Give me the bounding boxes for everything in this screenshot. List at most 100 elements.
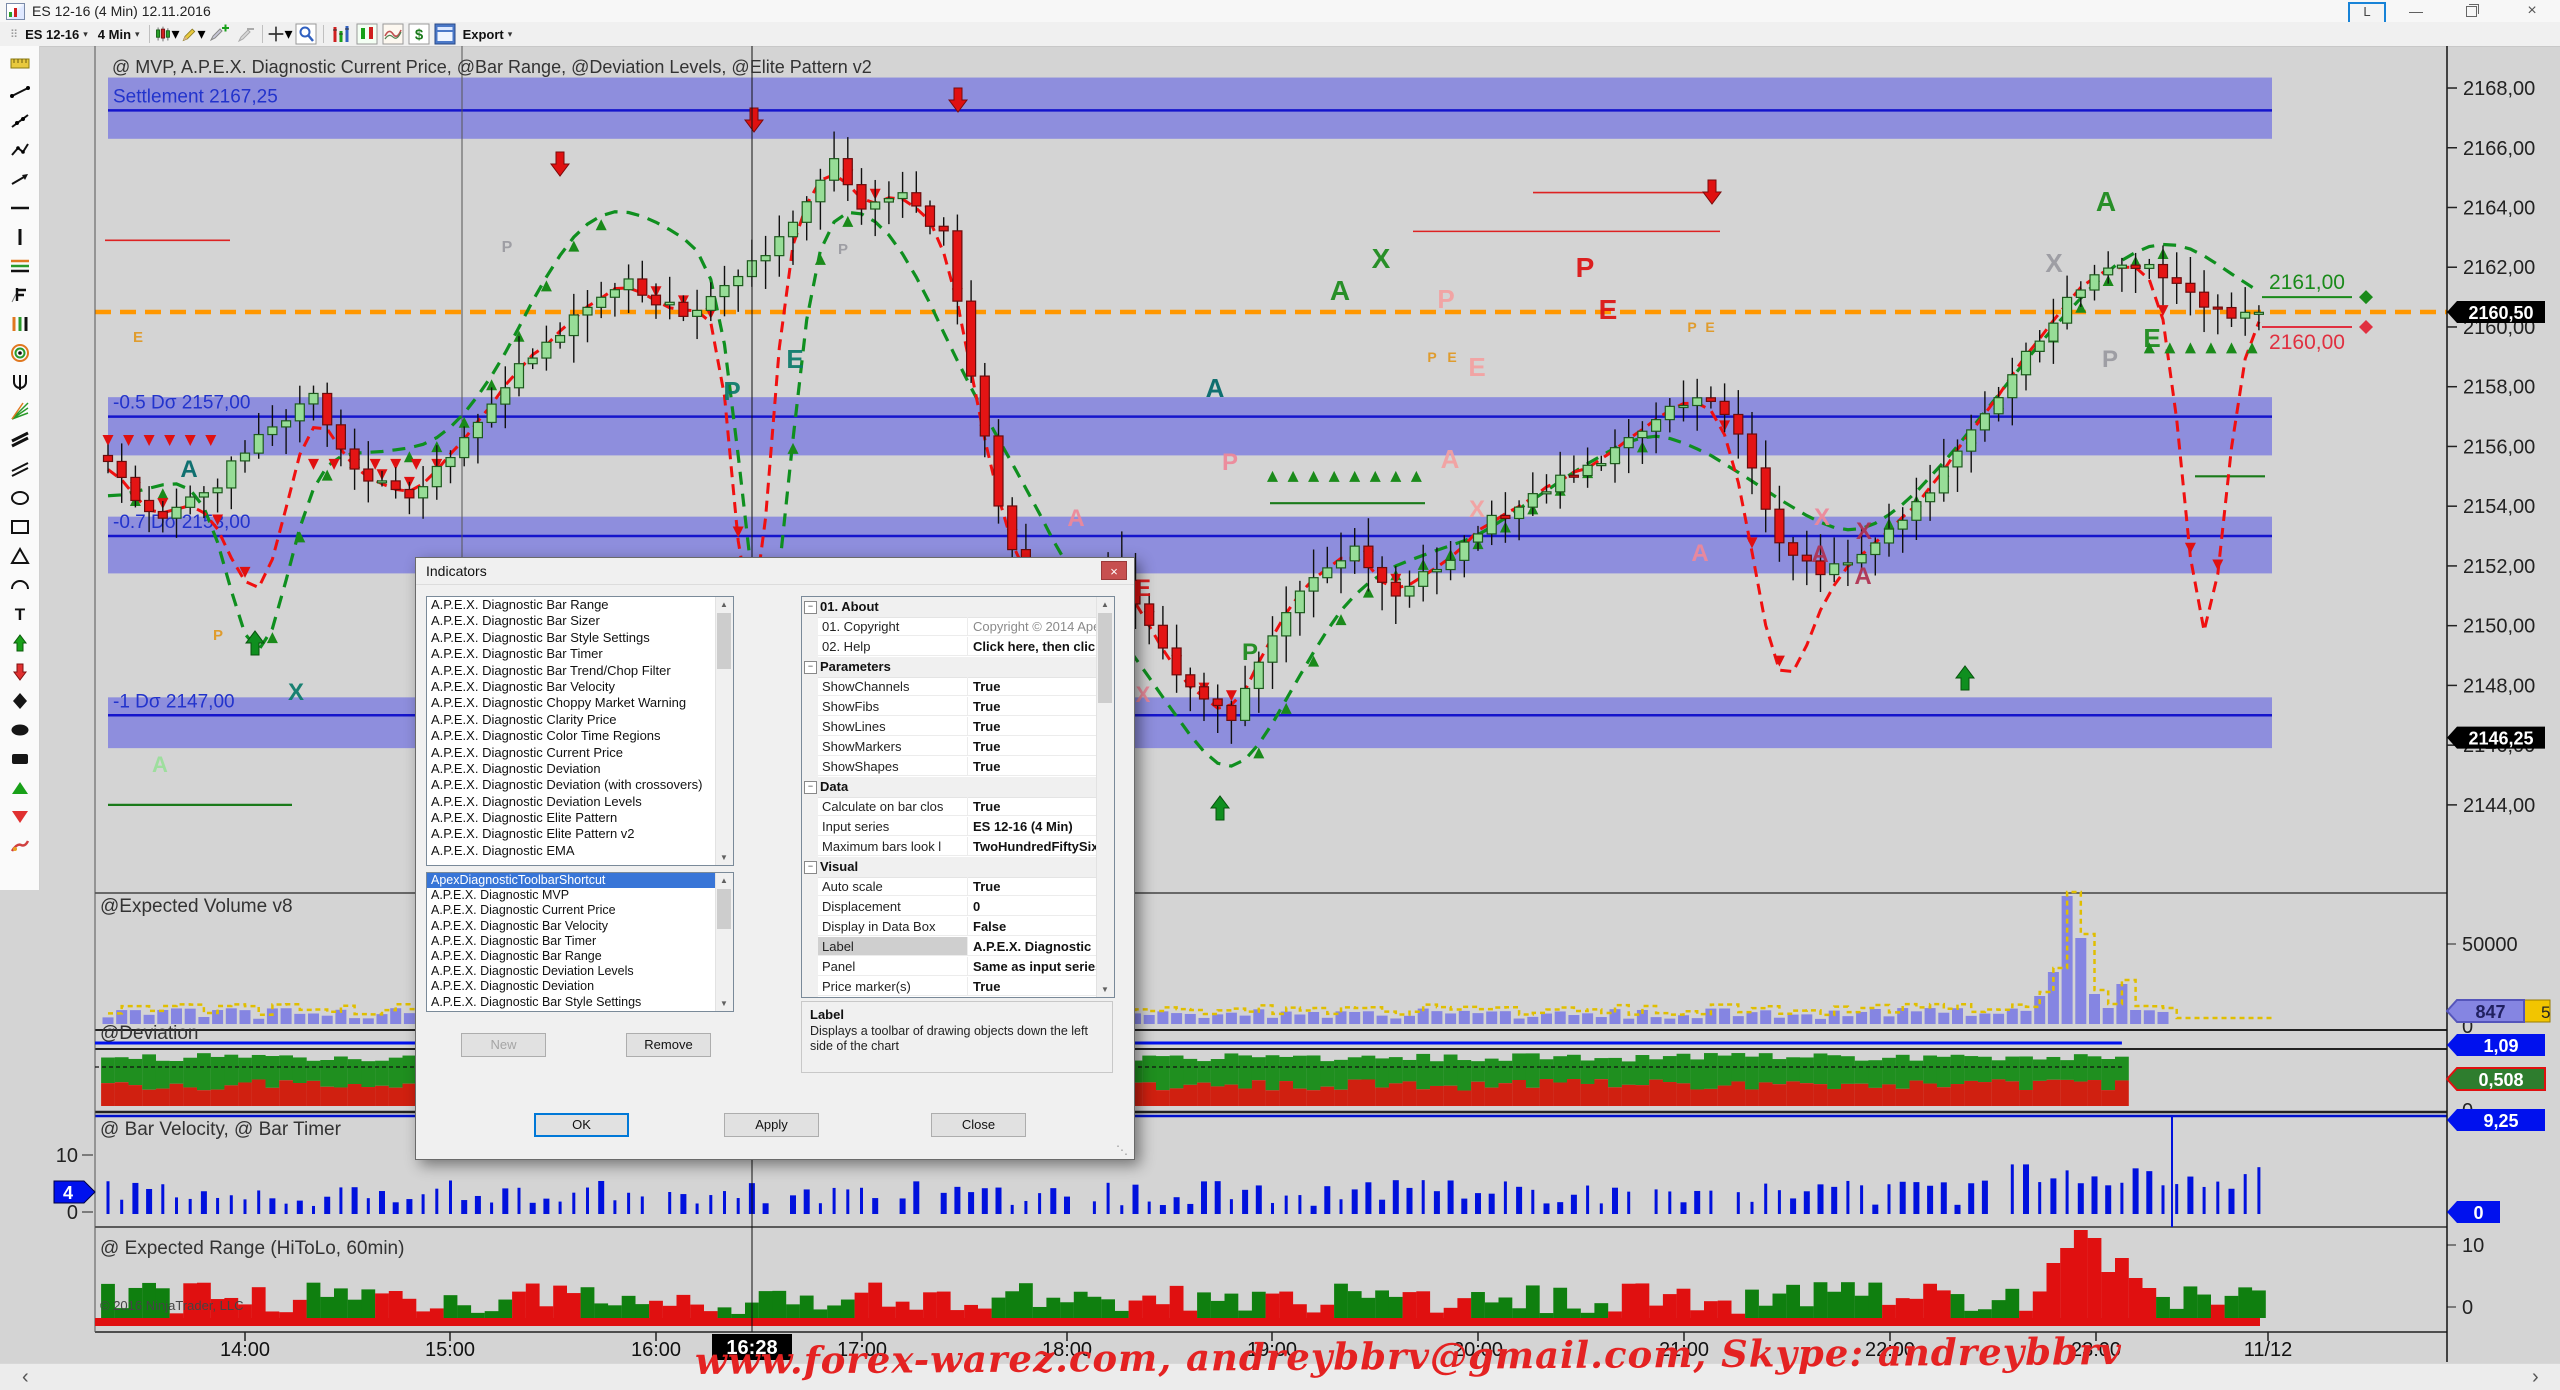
magnifier-button[interactable] xyxy=(293,23,319,45)
draw-remove-button[interactable] xyxy=(232,23,258,45)
pattern-letter: A xyxy=(1067,505,1084,532)
close-button[interactable]: × xyxy=(2518,2,2546,20)
indicator-item[interactable]: A.P.E.X. Diagnostic Clarity Price xyxy=(427,712,733,728)
pattern-letter: E xyxy=(1705,319,1714,335)
scroll-up-icon[interactable]: ▲ xyxy=(716,873,732,888)
velocity-left-tag: 4 xyxy=(63,1183,73,1203)
property-section[interactable]: −01. About xyxy=(802,597,1114,618)
available-scrollbar[interactable]: ▲▼ xyxy=(715,597,733,865)
price-tick-label: 2164,00 xyxy=(2463,197,2535,219)
data-grid-button[interactable] xyxy=(432,23,458,45)
configured-indicator-item[interactable]: A.P.E.X. Diagnostic Deviation xyxy=(427,979,733,994)
property-section[interactable]: −Parameters xyxy=(802,657,1114,678)
bar-analysis-button[interactable] xyxy=(328,23,354,45)
dialog-close-action-button[interactable]: Close xyxy=(931,1113,1026,1137)
property-section[interactable]: −Data xyxy=(802,777,1114,798)
chart-canvas[interactable]: Settlement 2167,25-0.5 Dσ 2157,00-0.7 Dσ… xyxy=(0,46,2560,1390)
chart-trader-button[interactable] xyxy=(354,23,380,45)
property-row[interactable]: LabelA.P.E.X. Diagnostic xyxy=(802,937,1114,957)
property-row[interactable]: ShowShapesTrue xyxy=(802,757,1114,777)
indicator-item[interactable]: A.P.E.X. Diagnostic Choppy Market Warnin… xyxy=(427,695,733,711)
dialog-title-bar[interactable]: Indicators xyxy=(416,558,1134,585)
description-title: Label xyxy=(810,1007,1104,1022)
toolbar-grip-icon[interactable]: ⠿ xyxy=(10,28,16,41)
configured-indicators-list[interactable]: ApexDiagnosticToolbarShortcutA.P.E.X. Di… xyxy=(426,872,734,1012)
configured-indicator-item[interactable]: A.P.E.X. Diagnostic Deviation Levels xyxy=(427,964,733,979)
property-row[interactable]: Maximum bars look lTwoHundredFiftySix xyxy=(802,837,1114,857)
configured-indicator-item[interactable]: ApexDiagnosticToolbarShortcut xyxy=(427,873,733,888)
crosshair-button[interactable]: ▾ xyxy=(267,23,293,45)
indicator-item[interactable]: A.P.E.X. Diagnostic Bar Timer xyxy=(427,646,733,662)
property-grid[interactable]: −01. About01. CopyrightCopyright © 2014 … xyxy=(801,596,1115,998)
ok-button[interactable]: OK xyxy=(534,1113,629,1137)
available-indicators-list[interactable]: A.P.E.X. Diagnostic Bar RangeA.P.E.X. Di… xyxy=(426,596,734,866)
price-tick-label: 2158,00 xyxy=(2463,377,2535,399)
drawing-tools-button[interactable]: ▾ xyxy=(180,23,206,45)
resize-grip[interactable]: ⋱ xyxy=(1116,1143,1128,1157)
scroll-up-icon[interactable]: ▲ xyxy=(716,597,732,612)
property-row[interactable]: Input seriesES 12-16 (4 Min) xyxy=(802,817,1114,837)
dialog-close-button[interactable]: × xyxy=(1101,561,1127,580)
pattern-letter: E xyxy=(1135,575,1151,602)
property-section[interactable]: −Visual xyxy=(802,857,1114,878)
indicator-item[interactable]: A.P.E.X. Diagnostic Current Price xyxy=(427,745,733,761)
configured-indicator-item[interactable]: A.P.E.X. Diagnostic Bar Range xyxy=(427,949,733,964)
price-tick-label: 2144,00 xyxy=(2463,795,2535,817)
property-row[interactable]: Display in Data BoxFalse xyxy=(802,917,1114,937)
property-row[interactable]: ShowFibsTrue xyxy=(802,697,1114,717)
indicator-item[interactable]: A.P.E.X. Diagnostic Bar Range xyxy=(427,597,733,613)
wave-analyzer-button[interactable] xyxy=(380,23,406,45)
configured-indicator-item[interactable]: A.P.E.X. Diagnostic MVP xyxy=(427,888,733,903)
pattern-letter: E xyxy=(2143,323,2160,353)
scroll-left-icon[interactable]: ‹ xyxy=(22,1366,29,1389)
new-button[interactable]: New xyxy=(461,1033,546,1057)
scroll-right-icon[interactable]: › xyxy=(2532,1366,2539,1389)
account-dollar-button[interactable]: $ xyxy=(406,23,432,45)
property-row[interactable]: ShowMarkersTrue xyxy=(802,737,1114,757)
scroll-down-icon[interactable]: ▼ xyxy=(1097,982,1113,997)
indicator-item[interactable]: A.P.E.X. Diagnostic Elite Pattern xyxy=(427,810,733,826)
indicator-item[interactable]: A.P.E.X. Diagnostic EMA xyxy=(427,843,733,859)
scroll-down-icon[interactable]: ▼ xyxy=(716,850,732,865)
apply-button[interactable]: Apply xyxy=(724,1113,819,1137)
indicator-item[interactable]: A.P.E.X. Diagnostic Bar Sizer xyxy=(427,613,733,629)
svg-text:$: $ xyxy=(414,27,423,44)
configured-indicator-item[interactable]: A.P.E.X. Diagnostic Bar Style Settings xyxy=(427,995,733,1010)
configured-indicator-item[interactable]: A.P.E.X. Diagnostic Bar Timer xyxy=(427,934,733,949)
configured-indicator-item[interactable]: A.P.E.X. Diagnostic Bar Velocity xyxy=(427,919,733,934)
minimize-button[interactable]: — xyxy=(2403,2,2429,20)
indicator-item[interactable]: A.P.E.X. Diagnostic Color Time Regions xyxy=(427,728,733,744)
property-scrollbar[interactable]: ▲▼ xyxy=(1096,597,1114,997)
property-row[interactable]: ShowChannelsTrue xyxy=(802,677,1114,697)
property-row[interactable]: 02. HelpClick here, then click xyxy=(802,637,1114,657)
indicator-item[interactable]: A.P.E.X. Diagnostic Elite Pattern v2 xyxy=(427,826,733,842)
range-panel-label: @ Expected Range (HiToLo, 60min) xyxy=(100,1238,404,1260)
indicator-item[interactable]: A.P.E.X. Diagnostic Bar Style Settings xyxy=(427,630,733,646)
configured-scrollbar[interactable]: ▲▼ xyxy=(715,873,733,1011)
indicator-item[interactable]: A.P.E.X. Diagnostic Bar Velocity xyxy=(427,679,733,695)
pattern-letter: X xyxy=(1372,243,1391,274)
restore-button[interactable] xyxy=(2459,2,2485,20)
indicator-item[interactable]: A.P.E.X. Diagnostic Bar Trend/Chop Filte… xyxy=(427,663,733,679)
draw-add-button[interactable] xyxy=(206,23,232,45)
remove-button[interactable]: Remove xyxy=(626,1033,711,1057)
scroll-up-icon[interactable]: ▲ xyxy=(1097,597,1113,612)
instrument-selector[interactable]: ES 12-16▾ xyxy=(20,23,93,45)
property-row[interactable]: PanelSame as input series xyxy=(802,957,1114,977)
property-row[interactable]: Calculate on bar closTrue xyxy=(802,797,1114,817)
indicator-item[interactable]: A.P.E.X. Diagnostic Deviation Levels xyxy=(427,794,733,810)
link-button[interactable]: L xyxy=(2348,2,2386,24)
property-row[interactable]: Displacement0 xyxy=(802,897,1114,917)
property-row[interactable]: 01. CopyrightCopyright © 2014 Apex I xyxy=(802,617,1114,637)
export-button[interactable]: Export▾ xyxy=(458,23,518,45)
property-row[interactable]: Price marker(s)True xyxy=(802,977,1114,997)
indicator-item[interactable]: A.P.E.X. Diagnostic Deviation xyxy=(427,761,733,777)
configured-indicator-item[interactable]: A.P.E.X. Diagnostic Current Price xyxy=(427,903,733,918)
deviation-panel-label: @Deviation xyxy=(100,1023,199,1045)
scroll-down-icon[interactable]: ▼ xyxy=(716,996,732,1011)
indicator-item[interactable]: A.P.E.X. Diagnostic Deviation (with cros… xyxy=(427,777,733,793)
chart-style-button[interactable]: ▾ xyxy=(154,23,180,45)
property-row[interactable]: ShowLinesTrue xyxy=(802,717,1114,737)
interval-selector[interactable]: 4 Min▾ xyxy=(93,23,145,45)
property-row[interactable]: Auto scaleTrue xyxy=(802,877,1114,897)
